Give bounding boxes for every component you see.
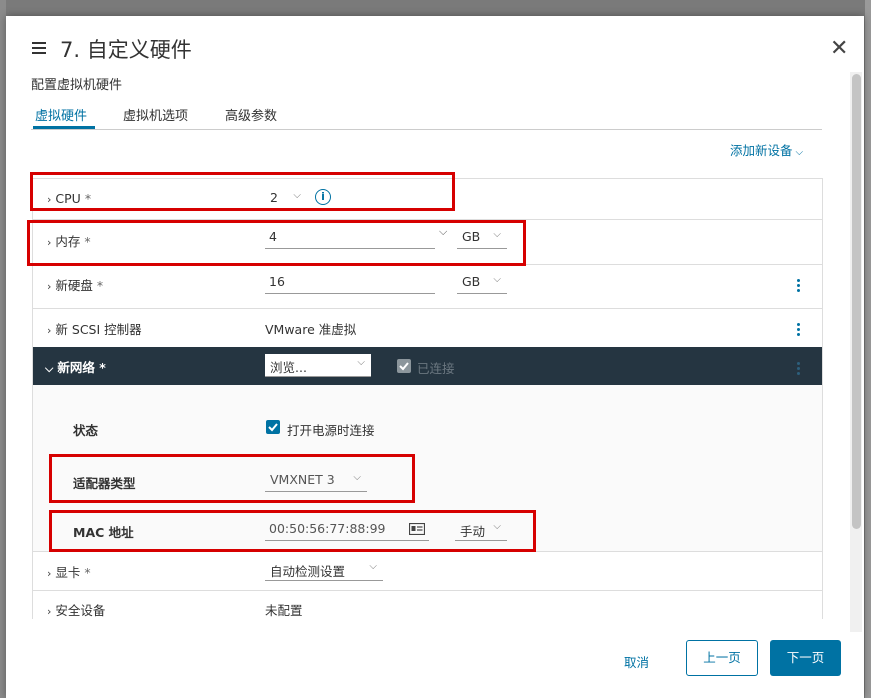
cpu-toggle[interactable]: › CPU * (47, 191, 91, 206)
connected-label: 已连接 (417, 361, 455, 376)
close-icon[interactable]: ✕ (830, 38, 848, 60)
menu-icon[interactable] (32, 42, 46, 54)
video-row: › 显卡 * 自动检测设置 ⌵ (33, 551, 822, 591)
chevron-down-icon: ⌵ (293, 190, 301, 201)
security-row: › 安全设备 未配置 (33, 590, 822, 619)
network-more-icon[interactable] (797, 360, 800, 377)
scsi-toggle[interactable]: › 新 SCSI 控制器 (47, 319, 142, 338)
network-browse-label: 浏览... (270, 360, 307, 375)
adapter-type-select[interactable]: VMXNET 3 ⌵ (265, 469, 367, 492)
tab-advanced-params[interactable]: 高级参数 (225, 105, 277, 124)
chevron-right-icon: › (47, 567, 52, 580)
memory-unit: GB (462, 229, 481, 244)
chevron-right-icon: › (47, 236, 52, 249)
cpu-select[interactable]: 2 ⌵ (265, 187, 307, 209)
memory-unit-select[interactable]: GB ⌵ (457, 226, 507, 249)
chevron-down-icon: ⌵ (353, 472, 361, 483)
video-value: 自动检测设置 (270, 564, 346, 579)
video-select[interactable]: 自动检测设置 ⌵ (265, 558, 383, 581)
add-new-device-button[interactable]: 添加新设备 ⌵ (730, 140, 803, 159)
memory-label: 内存 (55, 234, 81, 249)
disk-size-value: 16 (269, 274, 285, 289)
previous-page-button[interactable]: 上一页 (686, 640, 758, 676)
cancel-button[interactable]: 取消 (624, 652, 649, 671)
active-tab-indicator (33, 126, 95, 129)
disk-label: 新硬盘 (55, 278, 93, 293)
required-mark: * (84, 234, 91, 249)
video-toggle[interactable]: › 显卡 * (47, 562, 91, 581)
network-browse-select[interactable]: 浏览... ⌵ (265, 354, 371, 377)
power-on-connect-checkbox[interactable] (266, 420, 280, 434)
scsi-more-icon[interactable] (797, 321, 800, 338)
disk-toggle[interactable]: › 新硬盘 * (47, 275, 103, 294)
dialog-title: 7. 自定义硬件 (60, 38, 192, 62)
chevron-down-icon: ⌵ (493, 229, 501, 240)
network-toggle[interactable]: ⌵ 新网络 * (45, 357, 106, 376)
cpu-row: › CPU * 2 ⌵ i (33, 179, 822, 220)
adapter-type-label: 适配器类型 (73, 476, 136, 491)
memory-value: 4 (269, 229, 277, 244)
network-row-header: ⌵ 新网络 * 浏览... ⌵ 已连接 (33, 347, 822, 385)
chevron-down-icon: ⌵ (357, 357, 365, 368)
mac-address-value: 00:50:56:77:88:99 (269, 521, 386, 536)
next-page-button[interactable]: 下一页 (770, 640, 841, 676)
customize-hardware-dialog: 7. 自定义硬件 ✕ 配置虚拟机硬件 虚拟硬件 虚拟机选项 高级参数 添加新设备… (6, 16, 864, 698)
cpu-label: CPU (55, 191, 81, 206)
add-device-label: 添加新设备 (730, 143, 793, 158)
chevron-right-icon: › (47, 605, 52, 618)
mac-mode-value: 手动 (460, 524, 486, 539)
security-value: 未配置 (265, 603, 303, 618)
chevron-down-icon: ⌵ (493, 274, 501, 285)
required-mark: * (84, 191, 92, 206)
chevron-right-icon: › (47, 280, 52, 293)
mac-address-label: MAC 地址 (73, 525, 134, 540)
disk-unit: GB (462, 274, 481, 289)
chevron-right-icon: › (47, 193, 52, 206)
address-card-icon[interactable] (409, 523, 425, 535)
memory-row: › 内存 * 4 ⌵ GB ⌵ (33, 219, 822, 265)
required-mark: * (96, 278, 104, 293)
mac-address-input[interactable]: 00:50:56:77:88:99 (265, 518, 429, 541)
chevron-down-icon[interactable]: ⌵ (439, 225, 447, 239)
chevron-right-icon: › (47, 324, 52, 337)
required-mark: * (99, 360, 106, 375)
tab-vm-options[interactable]: 虚拟机选项 (123, 105, 188, 124)
tab-virtual-hardware[interactable]: 虚拟硬件 (35, 105, 87, 124)
scsi-label: 新 SCSI 控制器 (55, 322, 142, 337)
cpu-value: 2 (270, 190, 278, 205)
network-details: 状态 打开电源时连接 适配器类型 VMXNET 3 ⌵ MAC 地址 00:50… (33, 385, 822, 552)
chevron-down-icon: ⌵ (795, 147, 804, 158)
required-mark: * (84, 565, 91, 580)
adapter-type-value: VMXNET 3 (270, 472, 335, 487)
info-icon[interactable]: i (315, 189, 331, 205)
background-right (865, 0, 871, 698)
connected-checkbox[interactable] (397, 359, 411, 373)
dialog-subtitle: 配置虚拟机硬件 (31, 78, 123, 93)
disk-row: › 新硬盘 * 16 GB ⌵ (33, 264, 822, 309)
mac-mode-select[interactable]: 手动 ⌵ (455, 518, 507, 541)
hardware-list: › CPU * 2 ⌵ i › 内存 * 4 ⌵ GB ⌵ › 新硬盘 * 16… (32, 178, 823, 619)
chevron-down-icon: ⌵ (493, 521, 501, 532)
disk-size-input[interactable]: 16 (265, 271, 435, 294)
status-label: 状态 (73, 423, 99, 438)
memory-toggle[interactable]: › 内存 * (47, 231, 91, 250)
disk-unit-select[interactable]: GB ⌵ (457, 271, 507, 294)
chevron-down-icon: ⌵ (45, 362, 54, 375)
security-label: 安全设备 (55, 603, 106, 618)
disk-more-icon[interactable] (797, 277, 800, 294)
scrollbar-thumb[interactable] (852, 74, 861, 529)
chevron-down-icon: ⌵ (369, 561, 377, 572)
memory-input[interactable]: 4 (265, 226, 435, 249)
power-on-connect-label: 打开电源时连接 (287, 423, 375, 438)
video-label: 显卡 (55, 565, 81, 580)
security-toggle[interactable]: › 安全设备 (47, 600, 105, 619)
network-label: 新网络 (57, 360, 95, 375)
scsi-row: › 新 SCSI 控制器 VMware 准虚拟 (33, 308, 822, 348)
tab-bar: 虚拟硬件 虚拟机选项 高级参数 (31, 102, 822, 130)
scsi-value: VMware 准虚拟 (265, 322, 357, 337)
